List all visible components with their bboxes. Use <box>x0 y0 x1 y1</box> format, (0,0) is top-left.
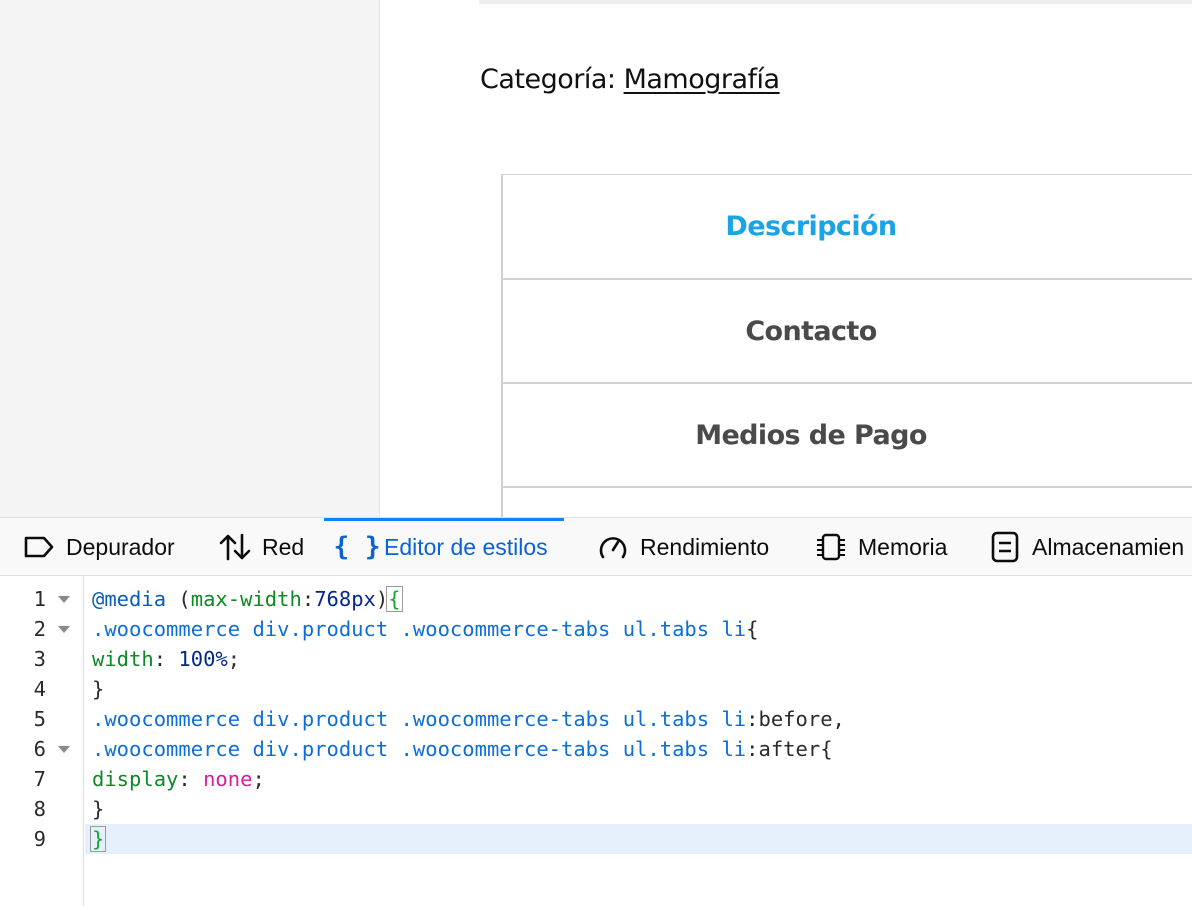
style-editor[interactable]: 1 2 3 4 5 6 7 8 9 @media (max-width:768px){ .wooc… <box>0 576 1192 906</box>
gauge-icon <box>596 530 630 564</box>
code-token: :before, <box>746 707 845 731</box>
code-token: 100% <box>178 647 228 671</box>
tab-label: Medios de Pago <box>695 419 927 451</box>
tab-label: Rendimiento <box>640 533 770 560</box>
code-line[interactable]: .woocommerce div.product .woocommerce-ta… <box>92 704 845 734</box>
code-line[interactable]: .woocommerce div.product .woocommerce-ta… <box>92 734 833 764</box>
code-token: .woocommerce div.product .woocommerce-ta… <box>92 617 747 641</box>
code-token: :after{ <box>746 737 833 761</box>
product-category: Categoría: Mamografía <box>480 64 780 95</box>
code-token: } <box>92 797 105 821</box>
code-token: : <box>153 647 179 671</box>
memory-chip-icon <box>814 530 848 564</box>
page-left-margin <box>0 0 380 517</box>
code-token: : <box>178 767 204 791</box>
code-token: ; <box>252 767 265 791</box>
braces-icon: { } <box>333 532 381 562</box>
top-divider <box>479 0 1192 4</box>
code-token: } <box>90 826 107 852</box>
product-tabs: Descripción Contacto Medios de Pago <box>501 174 1192 517</box>
code-line[interactable]: } <box>92 794 104 824</box>
code-line[interactable]: @media (max-width:768px){ <box>92 584 403 614</box>
line-number: 8 <box>33 797 46 821</box>
code-token: .woocommerce div.product .woocommerce-ta… <box>92 707 747 731</box>
debugger-icon <box>22 530 56 564</box>
tab-label: Memoria <box>858 533 948 560</box>
code-token: { <box>746 617 759 641</box>
tab-almacenamiento[interactable]: Almacenamien <box>988 518 1185 575</box>
code-token: 768px <box>314 587 376 611</box>
code-line[interactable]: .woocommerce div.product .woocommerce-ta… <box>92 614 758 644</box>
code-token: { <box>386 586 403 612</box>
line-number-gutter: 1 2 3 4 5 6 7 8 9 <box>0 576 84 906</box>
code-line[interactable]: } <box>92 674 104 704</box>
active-line-highlight <box>85 824 1192 854</box>
line-number: 1 <box>33 587 46 611</box>
code-line[interactable]: display: none; <box>92 764 265 794</box>
code-token: ( <box>166 587 191 611</box>
tab-label: Red <box>262 533 305 560</box>
tab-medios-de-pago[interactable]: Medios de Pago <box>501 382 1192 486</box>
tab-label: Descripción <box>725 211 897 242</box>
line-number: 6 <box>33 737 46 761</box>
code-token: none <box>203 767 253 791</box>
tab-depurador[interactable]: Depurador <box>22 518 175 575</box>
line-number: 7 <box>33 767 46 791</box>
tab-partial[interactable] <box>501 486 1192 517</box>
category-label: Categoría: <box>480 64 624 95</box>
fold-arrow-icon[interactable] <box>58 596 70 603</box>
code-token: } <box>92 677 105 701</box>
tab-label: Almacenamien <box>1032 533 1185 560</box>
category-link[interactable]: Mamografía <box>624 64 781 95</box>
tab-rendimiento[interactable]: Rendimiento <box>596 518 770 575</box>
line-number: 4 <box>33 677 46 701</box>
code-token: @media <box>92 587 167 611</box>
line-number: 3 <box>33 647 46 671</box>
line-number: 5 <box>33 707 46 731</box>
fold-arrow-icon[interactable] <box>58 746 70 753</box>
tab-descripcion[interactable]: Descripción <box>501 174 1192 278</box>
line-number: 9 <box>33 827 46 851</box>
code-token: width <box>92 647 154 671</box>
tab-label: Contacto <box>745 315 877 347</box>
code-token: ; <box>227 647 241 671</box>
tab-red[interactable]: Red <box>218 518 305 575</box>
tab-editor-de-estilos[interactable]: { } Editor de estilos <box>324 518 564 575</box>
tab-contacto[interactable]: Contacto <box>501 278 1192 382</box>
code-line[interactable]: width: 100%; <box>92 644 240 674</box>
devtools-toolbar: Depurador Red { } Editor de estilos Rend… <box>0 517 1192 576</box>
web-page-viewport: Categoría: Mamografía Descripción Contac… <box>0 0 1192 517</box>
code-token: display <box>92 767 179 791</box>
tab-memoria[interactable]: Memoria <box>814 518 948 575</box>
tab-label: Depurador <box>66 533 175 560</box>
fold-arrow-icon[interactable] <box>58 626 70 633</box>
storage-icon <box>988 530 1022 564</box>
code-token: max-width <box>190 587 302 611</box>
code-token: : <box>301 587 315 611</box>
line-number: 2 <box>33 617 46 641</box>
code-line[interactable]: } <box>90 824 107 854</box>
network-arrows-icon <box>218 530 252 564</box>
code-token: .woocommerce div.product .woocommerce-ta… <box>92 737 747 761</box>
tab-label: Editor de estilos <box>384 533 548 560</box>
